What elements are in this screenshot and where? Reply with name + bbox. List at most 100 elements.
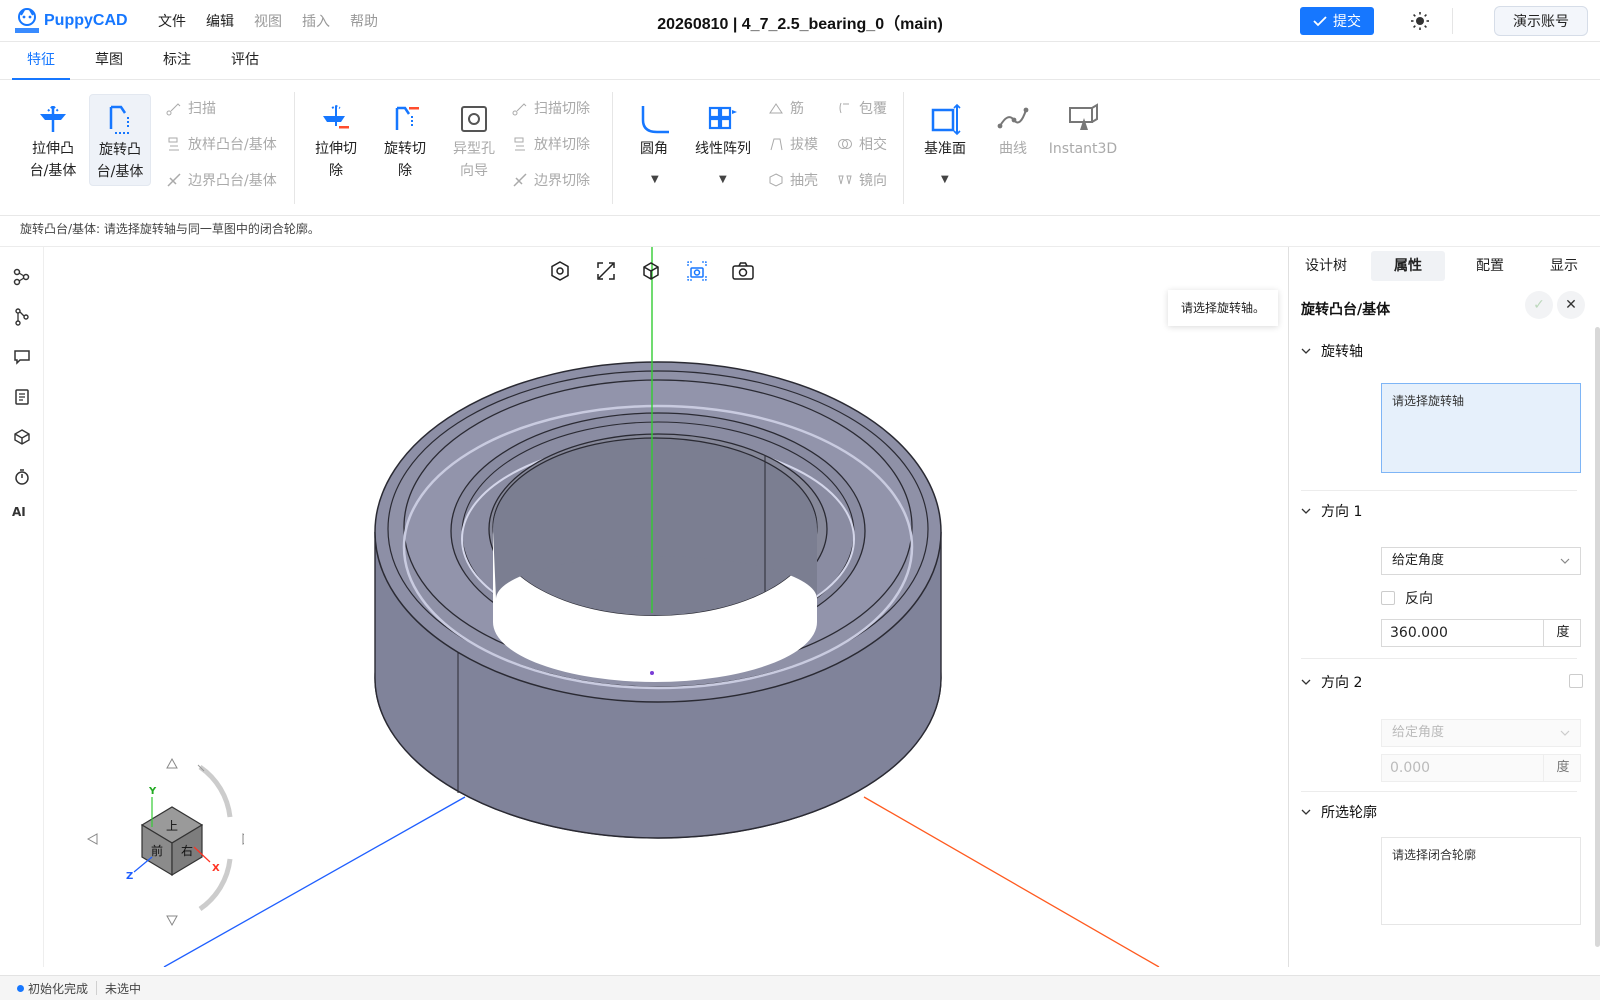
tab-design-tree[interactable]: 设计树 (1289, 247, 1363, 285)
view-orientation-icon[interactable] (550, 259, 570, 283)
bearing-model[interactable] (374, 361, 942, 839)
linear-pattern-label: 线性阵列 (695, 141, 751, 157)
section-direction-1[interactable]: 方向 1 (1301, 501, 1362, 521)
extrude-cut-button[interactable]: 拉伸切 除 (305, 94, 367, 186)
rib-button[interactable]: 筋 (768, 97, 804, 119)
direction-1-angle-value[interactable]: 360.000 (1382, 620, 1544, 646)
rotation-axis-selector[interactable]: 请选择旋转轴 (1381, 383, 1581, 473)
revolve-cut-label-1: 旋转切 (384, 141, 426, 157)
tab-features[interactable]: 特征 (12, 42, 70, 80)
section-view-icon[interactable] (687, 259, 707, 283)
screenshot-icon[interactable] (732, 259, 754, 283)
revolve-boss-button[interactable]: 旋转凸 台/基体 (89, 94, 151, 186)
menu-view[interactable]: 视图 (254, 11, 282, 31)
check-icon (1313, 16, 1327, 27)
section-direction-2[interactable]: 方向 2 (1301, 672, 1362, 692)
feature-tree-icon[interactable] (12, 267, 32, 287)
rotate-down-icon[interactable] (166, 915, 178, 927)
draft-icon (770, 138, 783, 151)
instant3d-button[interactable]: Instant3D (1046, 94, 1120, 186)
comment-icon[interactable] (12, 347, 32, 367)
tab-properties[interactable]: 属性 (1371, 251, 1445, 281)
left-toolbar: AI (0, 247, 44, 967)
fillet-dropdown-icon[interactable]: ▼ (651, 174, 659, 185)
hole-wizard-button[interactable]: 异型孔 向导 (443, 94, 505, 186)
cube-right-label[interactable]: 右 (181, 843, 193, 858)
menu-edit[interactable]: 编辑 (206, 11, 234, 31)
menu-insert[interactable]: 插入 (302, 11, 330, 31)
cube-top-label[interactable]: 上 (166, 819, 178, 833)
chevron-down-icon (1301, 809, 1311, 815)
rotate-left-icon[interactable] (86, 833, 98, 845)
sweep-button[interactable]: 扫描 (166, 97, 216, 119)
direction-2-enable-checkbox[interactable] (1569, 674, 1583, 688)
pattern-dropdown-icon[interactable]: ▼ (719, 174, 727, 185)
panel-scrollbar[interactable] (1595, 327, 1600, 947)
app-name: PuppyCAD (44, 11, 128, 29)
menu-help[interactable]: 帮助 (350, 11, 378, 31)
confirm-button[interactable]: ✓ (1525, 291, 1553, 319)
tab-configuration[interactable]: 配置 (1453, 247, 1527, 285)
boundary-cut-button[interactable]: 边界切除 (512, 169, 590, 191)
revolve-cut-label-2: 除 (398, 163, 412, 179)
profile-selector[interactable]: 请选择闭合轮廓 (1381, 837, 1581, 925)
main-menu: 文件 编辑 视图 插入 帮助 (158, 11, 398, 31)
boundary-cut-icon (513, 173, 527, 187)
extrude-boss-icon (40, 104, 66, 132)
direction-1-angle-input[interactable]: 360.000 度 (1381, 619, 1581, 647)
ai-icon[interactable]: AI (12, 505, 32, 525)
direction-1-angle-unit: 度 (1556, 625, 1570, 640)
draft-button[interactable]: 拔模 (768, 133, 818, 155)
menu-file[interactable]: 文件 (158, 11, 186, 31)
linear-pattern-button[interactable]: 线性阵列 (692, 94, 754, 186)
rotate-up-icon[interactable] (166, 757, 178, 769)
close-button[interactable]: ✕ (1557, 291, 1585, 319)
rotate-right-icon[interactable] (242, 833, 244, 845)
account-button[interactable]: 演示账号 (1494, 6, 1588, 36)
orbit-arc-top-icon[interactable] (198, 764, 233, 818)
fillet-button[interactable]: 圆角 (623, 94, 685, 186)
tab-markup[interactable]: 标注 (150, 42, 204, 80)
tab-display[interactable]: 显示 (1527, 247, 1600, 285)
display-style-icon[interactable] (641, 259, 661, 283)
fillet-label: 圆角 (640, 141, 668, 157)
reference-plane-button[interactable]: 基准面 (914, 94, 976, 186)
revolve-cut-button[interactable]: 旋转切 除 (374, 94, 436, 186)
tab-evaluate[interactable]: 评估 (218, 42, 272, 80)
sweep-cut-button[interactable]: 扫描切除 (512, 97, 590, 119)
curve-button[interactable]: 曲线 (982, 94, 1044, 186)
loft-button[interactable]: 放样凸台/基体 (166, 133, 277, 155)
sketch-icon[interactable] (12, 307, 32, 327)
revolve-boss-label-1: 旋转凸 (99, 142, 141, 158)
timer-icon[interactable] (12, 467, 32, 487)
wrap-button[interactable]: 包覆 (837, 97, 887, 119)
view-cube[interactable]: 上 前 右 Y Z X (64, 747, 244, 937)
shell-button[interactable]: 抽壳 (768, 169, 818, 191)
revolve-boss-icon (109, 105, 131, 134)
zoom-to-fit-icon[interactable] (596, 259, 616, 283)
direction-1-type-select[interactable]: 给定角度 (1381, 547, 1581, 575)
reverse-direction-checkbox[interactable] (1381, 591, 1395, 605)
part-icon[interactable] (12, 427, 32, 447)
boundary-boss-button[interactable]: 边界凸台/基体 (166, 169, 277, 191)
section-selected-profile[interactable]: 所选轮廓 (1301, 802, 1377, 822)
direction-2-angle-input[interactable]: 0.000 度 (1381, 754, 1581, 782)
document-icon[interactable] (12, 387, 32, 407)
section-rotation-axis[interactable]: 旋转轴 (1301, 341, 1363, 361)
cube-front-label[interactable]: 前 (151, 843, 163, 858)
3d-viewport[interactable]: 上 前 右 Y Z X (44, 247, 1287, 967)
loft-cut-button[interactable]: 放样切除 (512, 133, 590, 155)
plane-dropdown-icon[interactable]: ▼ (941, 174, 949, 185)
shell-label: 抽壳 (790, 173, 818, 189)
theme-toggle-icon[interactable] (1409, 10, 1431, 32)
panel-tabs: 设计树 属性 配置 显示 (1289, 247, 1600, 285)
loft-cut-icon (514, 137, 525, 151)
mirror-button[interactable]: 镜向 (837, 169, 887, 191)
submit-button[interactable]: 提交 (1300, 7, 1374, 35)
intersect-button[interactable]: 相交 (837, 133, 887, 155)
reference-plane-icon (931, 103, 961, 136)
direction-2-angle-value[interactable]: 0.000 (1382, 755, 1544, 781)
direction-2-type-select[interactable]: 给定角度 (1381, 719, 1581, 747)
extrude-boss-button[interactable]: 拉伸凸 台/基体 (22, 94, 84, 186)
tab-sketch[interactable]: 草图 (82, 42, 136, 80)
